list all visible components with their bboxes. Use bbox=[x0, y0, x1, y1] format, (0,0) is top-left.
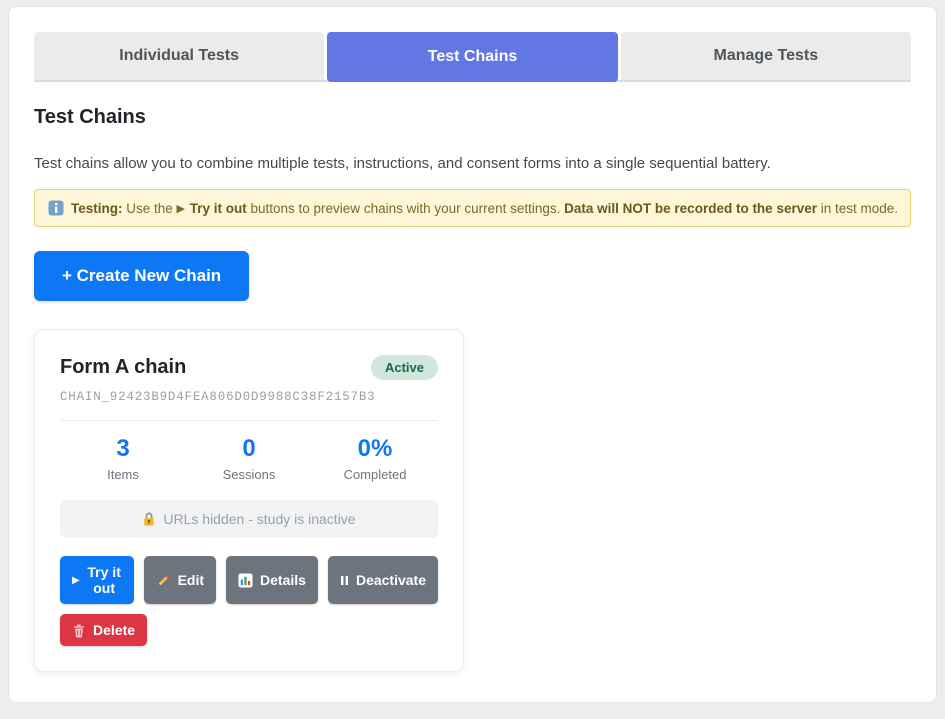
try-it-out-button[interactable]: ▶ Try it out bbox=[60, 556, 134, 604]
deactivate-button[interactable]: Deactivate bbox=[328, 556, 438, 604]
chain-id: CHAIN_92423B9D4FEA806D0D9988C38F2157B3 bbox=[60, 390, 438, 404]
status-badge: Active bbox=[371, 355, 438, 380]
pencil-icon bbox=[156, 573, 171, 588]
stat-completed-value: 0% bbox=[312, 435, 438, 463]
create-new-chain-button[interactable]: + Create New Chain bbox=[34, 251, 249, 301]
delete-button-row: Delete bbox=[60, 614, 438, 646]
tab-manage-tests[interactable]: Manage Tests bbox=[621, 32, 911, 80]
tab-bar: Individual Tests Test Chains Manage Test… bbox=[34, 32, 911, 82]
delete-button[interactable]: Delete bbox=[60, 614, 147, 646]
stat-items-label: Items bbox=[60, 467, 186, 482]
delete-label: Delete bbox=[93, 622, 135, 638]
stat-items: 3 Items bbox=[60, 435, 186, 482]
banner-text-1: Use the bbox=[123, 201, 177, 216]
bar-chart-icon bbox=[238, 573, 253, 588]
banner-text-2: buttons to preview chains with your curr… bbox=[247, 201, 564, 216]
urls-hidden-text: URLs hidden - study is inactive bbox=[163, 511, 355, 527]
stat-sessions-label: Sessions bbox=[186, 467, 312, 482]
page-description: Test chains allow you to combine multipl… bbox=[34, 155, 911, 172]
page-title: Test Chains bbox=[34, 106, 911, 129]
banner-text-3: in test mode. bbox=[817, 201, 898, 216]
trash-icon bbox=[72, 623, 86, 638]
tab-individual-tests[interactable]: Individual Tests bbox=[34, 32, 324, 80]
urls-hidden-notice: URLs hidden - study is inactive bbox=[60, 500, 438, 538]
lock-icon bbox=[142, 511, 156, 527]
edit-button[interactable]: Edit bbox=[144, 556, 216, 604]
stat-completed: 0% Completed bbox=[312, 435, 438, 482]
stat-items-value: 3 bbox=[60, 435, 186, 463]
chain-card: Form A chain Active CHAIN_92423B9D4FEA80… bbox=[34, 329, 464, 672]
stat-completed-label: Completed bbox=[312, 467, 438, 482]
banner-no-record-warning: Data will NOT be recorded to the server bbox=[564, 201, 817, 216]
card-divider bbox=[60, 420, 438, 421]
pause-icon bbox=[340, 575, 349, 586]
details-button[interactable]: Details bbox=[226, 556, 318, 604]
action-buttons-row: ▶ Try it out Edit Details Deactivate bbox=[60, 556, 438, 604]
tab-test-chains[interactable]: Test Chains bbox=[327, 32, 617, 82]
banner-try-it-out: Try it out bbox=[186, 201, 247, 216]
try-it-out-label: Try it out bbox=[87, 564, 122, 596]
deactivate-label: Deactivate bbox=[356, 572, 426, 588]
play-icon: ▶ bbox=[177, 202, 186, 215]
info-icon bbox=[48, 200, 64, 216]
stat-sessions-value: 0 bbox=[186, 435, 312, 463]
banner-label: Testing: bbox=[71, 201, 123, 216]
stat-sessions: 0 Sessions bbox=[186, 435, 312, 482]
chain-stats: 3 Items 0 Sessions 0% Completed bbox=[60, 435, 438, 482]
play-icon: ▶ bbox=[72, 575, 80, 586]
chain-title: Form A chain bbox=[60, 356, 186, 379]
details-label: Details bbox=[260, 572, 306, 588]
edit-label: Edit bbox=[178, 572, 204, 588]
main-panel: Individual Tests Test Chains Manage Test… bbox=[8, 6, 937, 703]
testing-banner: Testing: Use the ▶ Try it out buttons to… bbox=[34, 189, 911, 227]
